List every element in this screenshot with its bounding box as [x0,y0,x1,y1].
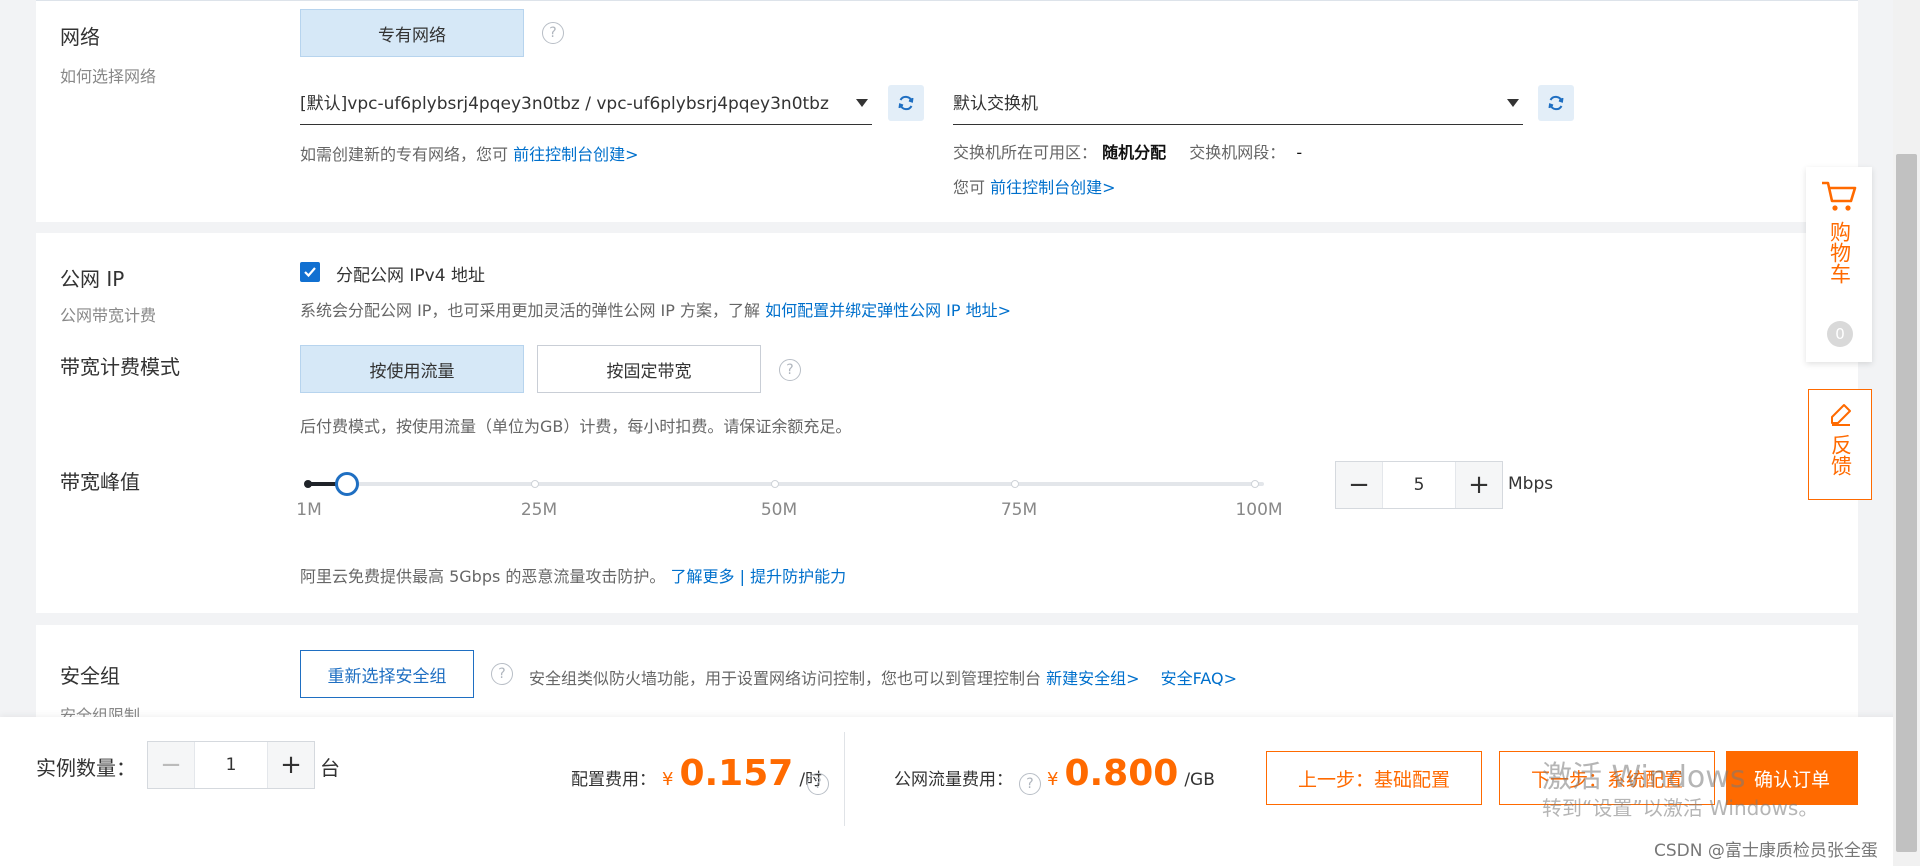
billing-title: 带宽计费模式 [60,355,180,379]
bandwidth-unit: Mbps [1508,474,1554,494]
tick-label: 25M [520,500,558,520]
public-ip-desc: 系统会分配公网 IP，也可采用更加灵活的弹性公网 IP 方案，了解 如何配置并绑… [300,297,1011,321]
traffic-fee-label: 公网流量费用： [894,770,1013,790]
zone-label: 交换机所在可用区： [953,143,1098,162]
activate-windows-title: 激活 Windows [1542,760,1746,795]
zone-value: 随机分配 [1102,143,1167,162]
slider-mark-75[interactable] [1011,480,1019,488]
bandwidth-stepper[interactable]: − 5 + [1335,461,1503,509]
vpc-select-value: [默认]vpc-uf6plybsrj4pqey3n0tbz / vpc-uf6p… [300,94,829,114]
bandwidth-input[interactable]: 5 [1382,462,1456,508]
chevron-down-icon [856,99,868,107]
feedback-label: 反馈 [1828,434,1853,476]
bandwidth-plus-button[interactable]: + [1456,462,1502,508]
switch-hint-text: 您可 [953,178,986,197]
network-section: 网络 如何选择网络 专有网络 ? [默认]vpc-uf6plybsrj4pqey… [36,0,1858,222]
cart-label: 购物车 [1827,221,1852,284]
security-group-section: 安全组 安全组限制 重新选择安全组 ? 安全组类似防火墙功能，用于设置网络访问控… [36,625,1858,725]
switch-create-link[interactable]: 前往控制台创建> [990,178,1115,197]
switch-select-value: 默认交换机 [953,94,1038,114]
cart-icon [1822,181,1857,211]
chevron-down-icon [1507,99,1519,107]
public-ip-section: 公网 IP 公网带宽计费 分配公网 IPv4 地址 系统会分配公网 IP，也可采… [36,233,1858,613]
eip-config-link[interactable]: 如何配置并绑定弹性公网 IP 地址> [765,301,1011,320]
config-fee: 配置费用： ¥ 0.157 /时 [571,753,822,794]
quantity-label: 实例数量： [36,756,136,780]
check-icon [304,267,316,278]
help-icon[interactable]: ? [779,359,801,381]
security-faq-link[interactable]: 安全FAQ> [1161,669,1237,688]
switch-hint: 您可 前往控制台创建> [953,174,1116,198]
bandwidth-title: 带宽峰值 [60,470,140,494]
security-group-title: 安全组 [60,664,120,688]
zone-info: 交换机所在可用区： 随机分配 交换机网段： - [953,139,1302,163]
bandwidth-minus-button[interactable]: − [1336,462,1382,508]
edit-icon [1831,404,1851,426]
public-ip-subtitle[interactable]: 公网带宽计费 [60,302,156,326]
billing-by-bandwidth-button[interactable]: 按固定带宽 [537,345,761,393]
vpc-hint-text: 如需创建新的专有网络，您可 [300,145,509,164]
vpc-type-button[interactable]: 专有网络 [300,9,524,57]
billing-by-traffic-button[interactable]: 按使用流量 [300,345,524,393]
quantity-plus-button[interactable]: + [268,742,314,788]
scrollbar-thumb[interactable] [1896,154,1917,852]
new-security-group-link[interactable]: 新建安全组> [1046,669,1139,688]
link-separator: | [739,567,745,586]
security-group-desc-text: 安全组类似防火墙功能，用于设置网络访问控制，您也可以到管理控制台 [529,669,1042,688]
feedback-widget[interactable]: 反馈 [1808,389,1872,500]
tick-label: 1M [296,500,322,520]
prev-step-button[interactable]: 上一步：基础配置 [1266,751,1482,805]
quantity-input[interactable]: 1 [194,742,268,788]
cart-widget[interactable]: 购物车 0 [1806,167,1872,362]
tick-label: 100M [1235,500,1283,520]
quantity-unit: 台 [320,756,340,780]
traffic-fee-unit: /GB [1184,770,1215,790]
network-help-link[interactable]: 如何选择网络 [60,63,156,87]
assign-ipv4-label[interactable]: 分配公网 IPv4 地址 [336,261,485,286]
slider-mark-100[interactable] [1251,480,1259,488]
traffic-fee: 公网流量费用： ? ¥ 0.800 /GB [894,753,1215,795]
quantity-stepper[interactable]: − 1 + [147,741,315,789]
csdn-watermark: CSDN @富士康质检员张全蛋 [1654,841,1878,861]
slider-start-dot [304,480,312,488]
help-icon[interactable]: ? [491,663,513,685]
traffic-fee-value: 0.800 [1064,753,1179,794]
help-icon[interactable]: ? [542,22,564,44]
vpc-hint: 如需创建新的专有网络，您可 前往控制台创建> [300,141,639,165]
segment-label: 交换机网段： [1189,143,1286,162]
billing-desc: 后付费模式，按使用流量（单位为GB）计费，每小时扣费。请保证余额充足。 [300,417,852,436]
public-ip-desc-text: 系统会分配公网 IP，也可采用更加灵活的弹性公网 IP 方案，了解 [300,301,760,320]
switch-select[interactable]: 默认交换机 [953,79,1523,125]
vpc-create-link[interactable]: 前往控制台创建> [513,145,638,164]
protection-info: 阿里云免费提供最高 5Gbps 的恶意流量攻击防护。 了解更多 | 提升防护能力 [300,563,846,587]
traffic-fee-currency: ¥ [1047,769,1059,790]
slider-track[interactable] [308,482,1264,486]
network-title: 网络 [60,25,100,49]
public-ip-title: 公网 IP [60,267,125,291]
help-icon[interactable]: ? [807,773,829,795]
switch-refresh-icon[interactable] [1538,85,1574,121]
quantity-minus-button[interactable]: − [148,742,194,788]
fee-divider [844,732,845,826]
config-fee-value: 0.157 [679,753,794,794]
slider-mark-50[interactable] [771,480,779,488]
slider-handle[interactable] [334,472,359,496]
security-group-desc: 安全组类似防火墙功能，用于设置网络访问控制，您也可以到管理控制台 新建安全组> … [529,665,1237,689]
tick-label: 50M [760,500,798,520]
cart-count-badge: 0 [1827,321,1853,347]
protection-text: 阿里云免费提供最高 5Gbps 的恶意流量攻击防护。 [300,567,666,586]
tick-label: 75M [1000,500,1038,520]
assign-ipv4-checkbox[interactable] [300,262,320,282]
reselect-security-group-button[interactable]: 重新选择安全组 [300,650,474,698]
vpc-select[interactable]: [默认]vpc-uf6plybsrj4pqey3n0tbz / vpc-uf6p… [300,79,872,125]
help-icon[interactable]: ? [1019,773,1041,795]
segment-value: - [1296,143,1303,162]
config-fee-label: 配置费用： [571,770,656,790]
vpc-refresh-icon[interactable] [888,85,924,121]
learn-more-link[interactable]: 了解更多 [671,567,735,586]
slider-mark-25[interactable] [531,480,539,488]
upgrade-protection-link[interactable]: 提升防护能力 [750,567,846,586]
config-fee-currency: ¥ [662,769,674,790]
activate-windows-subtitle: 转到“设置”以激活 Windows。 [1542,796,1819,820]
